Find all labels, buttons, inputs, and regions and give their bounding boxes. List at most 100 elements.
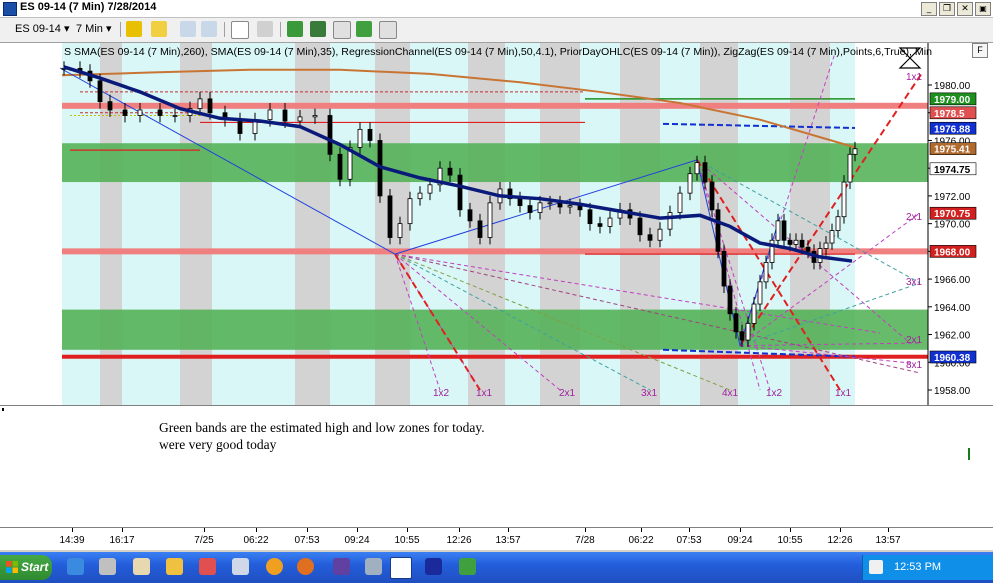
time-label: 10:55	[777, 535, 803, 546]
prior-high-line	[62, 102, 928, 109]
f-button[interactable]: F	[972, 43, 988, 58]
window-titlebar[interactable]: ES 09-14 (7 Min) 7/28/2014 _ ❐ ✕ ▣	[0, 0, 993, 18]
candle-body	[805, 246, 811, 252]
time-tick	[888, 528, 889, 532]
zoom-out-icon[interactable]	[201, 21, 217, 37]
gann-label: 1x1	[835, 388, 852, 399]
candle-body	[781, 220, 787, 241]
app-icon-5[interactable]	[199, 558, 216, 575]
toolbar-separator	[120, 22, 121, 37]
time-label: 12:26	[827, 535, 853, 546]
candle-body	[137, 109, 143, 116]
candle-body	[557, 202, 563, 208]
pencil-icon[interactable]	[151, 21, 167, 37]
start-button[interactable]: Start	[0, 555, 52, 580]
time-label: 13:57	[875, 535, 901, 546]
price-chart[interactable]: S SMA(ES 09-14 (7 Min),260), SMA(ES 09-1…	[0, 43, 993, 405]
app-icon-9[interactable]	[333, 558, 350, 575]
app-icon-6[interactable]	[232, 558, 249, 575]
gann-label: 2x1	[559, 388, 576, 399]
app-icon-3[interactable]	[133, 558, 150, 575]
instrument-label: ES 09-14	[15, 23, 61, 35]
folder-icon[interactable]	[166, 558, 183, 575]
price-tag-label: 1978.5	[934, 109, 965, 120]
ie-icon[interactable]	[67, 558, 84, 575]
time-label: 06:22	[628, 535, 654, 546]
time-label: 14:39	[59, 535, 85, 546]
firefox-icon[interactable]	[297, 558, 314, 575]
candle-body	[157, 109, 163, 116]
app-icon	[3, 2, 17, 16]
price-tag-label: 1968.00	[934, 247, 971, 258]
candle-body	[407, 198, 413, 225]
candle-body	[397, 223, 403, 238]
session-band	[295, 43, 330, 405]
volume-icon[interactable]	[869, 560, 883, 574]
app-icon-13[interactable]	[459, 558, 476, 575]
candle-body	[547, 202, 553, 205]
zoom-in-icon[interactable]	[180, 21, 196, 37]
app-icon-7[interactable]	[266, 558, 283, 575]
dollar-icon[interactable]	[356, 21, 372, 37]
candle-body	[517, 198, 523, 207]
time-tick	[204, 528, 205, 532]
candle-body	[709, 181, 715, 211]
strategies-icon[interactable]	[287, 21, 303, 37]
chevron-down-icon: ▾	[105, 23, 112, 35]
time-label: 12:26	[446, 535, 472, 546]
app-icon-10[interactable]	[365, 558, 382, 575]
candle-body	[745, 323, 751, 341]
windows-flag-icon	[6, 561, 18, 573]
time-label: 07:53	[676, 535, 702, 546]
time-label: 16:17	[109, 535, 135, 546]
time-label: 09:24	[727, 535, 753, 546]
minimize-button[interactable]: _	[921, 2, 937, 16]
interval-label: 7 Min	[76, 23, 103, 35]
time-label: 10:55	[394, 535, 420, 546]
app-icon-12[interactable]	[425, 558, 442, 575]
close-button[interactable]: ✕	[957, 2, 973, 16]
candle-body	[657, 228, 663, 241]
candle-body	[721, 250, 727, 287]
time-tick	[407, 528, 408, 532]
time-label: 09:24	[344, 535, 370, 546]
chart-toolbar: ES 09-14 ▾ 7 Min ▾	[0, 18, 993, 43]
candle-body	[487, 202, 493, 238]
candle-body	[457, 174, 463, 211]
candle-body	[702, 162, 708, 183]
session-band	[410, 43, 468, 405]
price-tick-label: 1964.00	[934, 303, 971, 314]
ninjatrader-task[interactable]	[390, 557, 412, 579]
candle-body	[587, 209, 593, 225]
gann-label: 8x1	[906, 360, 923, 371]
toolbar-separator	[280, 22, 281, 37]
properties-icon[interactable]	[257, 21, 273, 37]
price-tag-label: 1974.75	[934, 165, 971, 176]
crosshair-icon[interactable]	[231, 21, 249, 39]
clock: 12:53 PM	[894, 561, 942, 573]
interval-selector[interactable]: 7 Min ▾	[73, 21, 115, 37]
candle-body	[694, 162, 700, 175]
time-tick	[357, 528, 358, 532]
print-icon[interactable]	[379, 21, 397, 39]
chart-canvas[interactable]: S SMA(ES 09-14 (7 Min),260), SMA(ES 09-1…	[0, 43, 993, 405]
indicators-icon[interactable]	[310, 21, 326, 37]
time-tick	[307, 528, 308, 532]
candle-body	[427, 184, 433, 194]
candle-body	[751, 303, 757, 324]
restore-button[interactable]: ❐	[939, 2, 955, 16]
restore-inner-button[interactable]: ▣	[975, 2, 991, 16]
tool-icon[interactable]	[99, 558, 116, 575]
data-box-icon[interactable]	[333, 21, 351, 39]
candle-body	[197, 98, 203, 109]
instrument-selector[interactable]: ES 09-14 ▾	[12, 21, 72, 37]
time-label: 7/25	[194, 535, 214, 546]
candle-body	[567, 205, 573, 208]
gann-label: 1x1	[476, 388, 493, 399]
candle-body	[107, 101, 113, 111]
gann-label: 3x1	[641, 388, 658, 399]
candle-body	[793, 239, 799, 245]
bar-type-icon[interactable]	[126, 21, 142, 37]
candle-body	[447, 167, 453, 176]
candle-body	[337, 153, 343, 180]
